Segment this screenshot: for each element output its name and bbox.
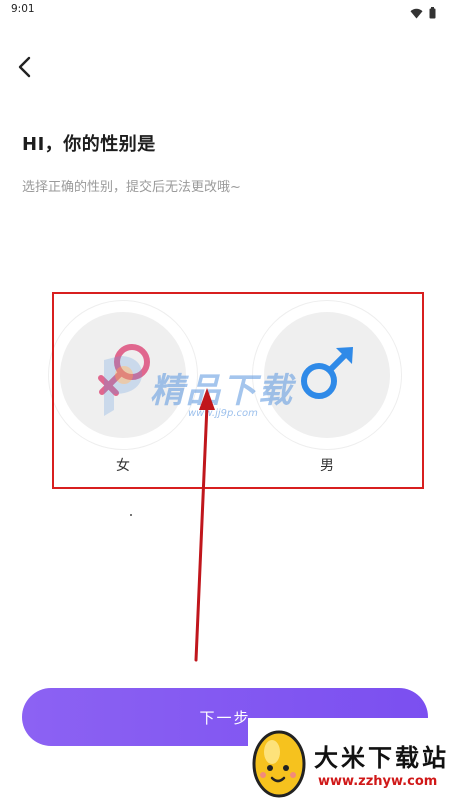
gender-selection-screen: 9:01 HI，你的性别是 选择正确的性别，提交后无法更改哦~ 女 男 精品下载… xyxy=(0,0,450,800)
highlight-box xyxy=(52,292,424,489)
site-logo-name: 大米下载站 xyxy=(314,744,449,772)
status-bar: 9:01 xyxy=(0,0,450,22)
page-title: HI，你的性别是 xyxy=(22,134,156,155)
status-time: 9:01 xyxy=(11,3,35,15)
status-icons xyxy=(410,4,436,23)
egg-mascot-icon xyxy=(248,720,310,800)
page-subtitle: 选择正确的性别，提交后无法更改哦~ xyxy=(22,180,241,195)
site-logo-url: www.zzhyw.com xyxy=(318,774,438,789)
back-button[interactable] xyxy=(10,54,40,84)
wifi-icon xyxy=(410,4,423,23)
stray-dot xyxy=(130,514,132,516)
battery-icon xyxy=(429,4,436,23)
site-logo: 大米下载站 www.zzhyw.com xyxy=(248,718,450,800)
chevron-left-icon xyxy=(17,56,33,82)
